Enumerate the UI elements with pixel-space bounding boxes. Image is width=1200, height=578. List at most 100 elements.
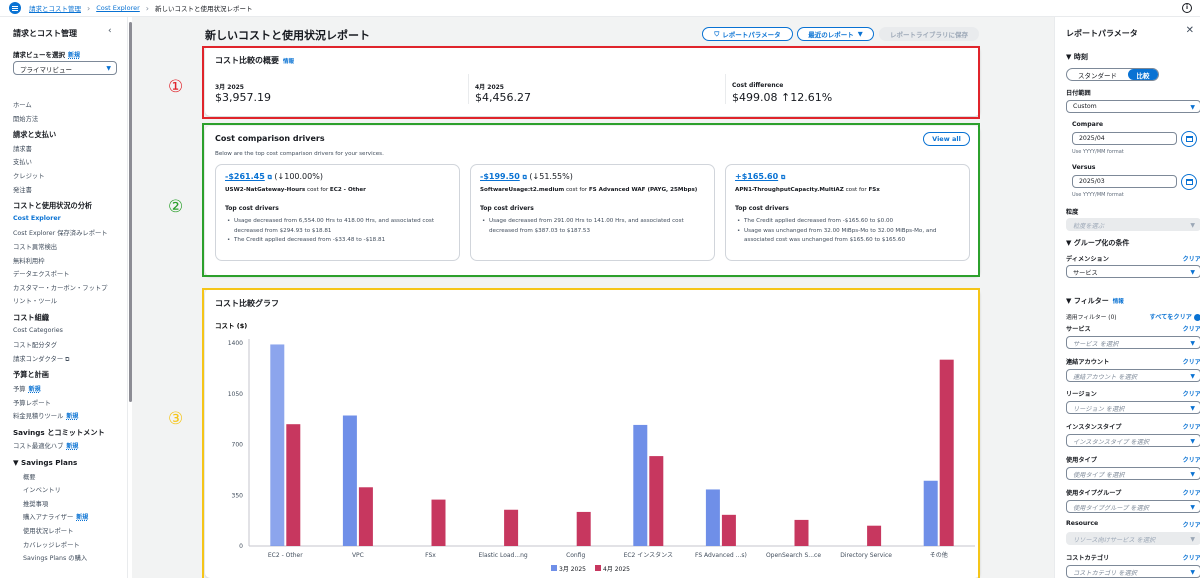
bar-march xyxy=(342,415,357,546)
menu-icon[interactable] xyxy=(9,2,21,14)
report-params-button[interactable]: ⛉ レポートパラメータ xyxy=(702,27,793,41)
cost-comparison-chart-card: コスト比較グラフ コスト ($) 0 350 700 1050 1400 EC2 - Oth… xyxy=(205,289,980,578)
chevron-right-icon: › xyxy=(145,3,149,13)
info-link[interactable]: 情報 xyxy=(1113,299,1124,305)
new-badge[interactable]: 新規 xyxy=(76,514,88,521)
sidebar-item[interactable]: 推奨事項 xyxy=(23,499,48,508)
sidebar-item[interactable]: 請求コンダクター ⧉ xyxy=(13,354,69,364)
info-circle-icon[interactable]: i xyxy=(1182,3,1192,13)
clear-dimension-link[interactable]: クリア xyxy=(1182,254,1200,263)
sidebar-item[interactable]: 料金見積りツール 新規 xyxy=(13,411,78,420)
dimension-select[interactable]: サービス ▼ xyxy=(1066,265,1200,278)
filter-select[interactable]: 使用タイプ を選択 ▼ xyxy=(1066,466,1200,480)
clear-filter-link[interactable]: クリア xyxy=(1182,520,1200,529)
new-badge[interactable]: 新規 xyxy=(29,386,41,393)
breadcrumb-billing[interactable]: 請求とコスト管理 xyxy=(29,3,81,13)
sidebar-item[interactable]: カスタマー・カーボン・フットプ xyxy=(13,283,107,292)
sidebar-item[interactable]: コスト配分タグ xyxy=(13,340,57,349)
clear-filter-link[interactable]: クリア xyxy=(1182,455,1200,464)
driver-bullet: The Credit applied decreased from -$33.4… xyxy=(225,236,450,246)
filter-select[interactable]: インスタンスタイプ を選択 ▼ xyxy=(1066,434,1200,448)
x-tick-label: EC2 インスタンス xyxy=(624,551,673,559)
caret-down-icon: ▼ xyxy=(1190,104,1195,111)
billing-view-select[interactable]: プライマリビュー ▼ xyxy=(13,61,117,75)
versus-input[interactable]: 2025/03 xyxy=(1072,175,1177,188)
sidebar-item[interactable]: コスト異常検出 xyxy=(13,242,57,251)
clear-filter-link[interactable]: クリア xyxy=(1182,357,1200,366)
sidebar-item[interactable]: 無料利用枠 xyxy=(13,256,44,265)
x-tick-label: Config xyxy=(566,552,585,559)
sidebar-item[interactable]: 予算レポート xyxy=(13,398,51,407)
caret-down-icon: ▼ xyxy=(106,65,111,72)
driver-amount[interactable]: -$261.45 ⧉ (↓100.00%) xyxy=(225,172,323,182)
bar-april xyxy=(867,525,882,546)
top-cost-drivers-heading: Top cost drivers xyxy=(480,205,534,212)
calendar-icon[interactable] xyxy=(1181,174,1197,190)
sidebar-item[interactable]: 予算 新規 xyxy=(13,384,41,393)
filter-select[interactable]: コストカテゴリ を選択 ▼ xyxy=(1066,564,1200,578)
view-all-button[interactable]: View all xyxy=(923,132,970,146)
sidebar-item[interactable]: ▼ Savings Plans xyxy=(13,458,77,467)
segment-standard[interactable]: スタンダード xyxy=(1067,69,1128,80)
sidebar-item[interactable]: 発注書 xyxy=(13,185,32,194)
sidebar-item[interactable]: リント・ツール xyxy=(13,296,57,305)
clear-filter-link[interactable]: クリア xyxy=(1182,422,1200,431)
filter-select[interactable]: サービス を選択 ▼ xyxy=(1066,336,1200,349)
sidebar: 請求とコスト管理 ‹ 請求ビューを選択 新規 プライマリビュー ▼ ホーム 開始方法請… xyxy=(0,17,128,578)
bar-march xyxy=(633,424,648,546)
clear-all-link[interactable]: すべてをクリア xyxy=(1149,312,1200,321)
new-badge[interactable]: 新規 xyxy=(66,443,78,450)
sidebar-item[interactable]: 購入アナライザー 新規 xyxy=(23,512,88,521)
sidebar-item[interactable]: 請求書 xyxy=(13,144,32,153)
collapse-sidebar-icon[interactable]: ‹ xyxy=(108,26,112,36)
sidebar-item[interactable]: カバレッジレポート xyxy=(23,540,80,549)
x-tick-label: VPC xyxy=(352,552,364,559)
sidebar-item[interactable]: データエクスポート xyxy=(13,269,69,278)
compare-input[interactable]: 2025/04 xyxy=(1072,132,1177,145)
sidebar-item[interactable]: Cost Categories xyxy=(13,327,63,334)
sidebar-item[interactable]: Cost Explorer 保存済みレポート xyxy=(13,228,108,237)
driver-amount[interactable]: -$199.50 ⧉ (↓51.55%) xyxy=(480,172,573,182)
filter-select[interactable]: リージョン を選択 ▼ xyxy=(1066,401,1200,415)
time-section-header[interactable]: ▼ 時刻 xyxy=(1066,52,1088,62)
clear-filter-link[interactable]: クリア xyxy=(1182,324,1200,333)
sidebar-item[interactable]: クレジット xyxy=(13,171,44,180)
date-range-select[interactable]: Custom ▼ xyxy=(1066,100,1200,113)
caret-down-icon: ▼ xyxy=(1190,438,1195,446)
sidebar-item[interactable]: ホーム xyxy=(13,100,32,109)
filter-select[interactable]: 使用タイプグループ を選択 ▼ xyxy=(1066,499,1200,513)
recent-reports-button[interactable]: 最近のレポート ▼ xyxy=(797,27,874,41)
group-by-section-header[interactable]: ▼ グループ化の条件 xyxy=(1066,238,1129,248)
calendar-icon[interactable] xyxy=(1181,131,1197,147)
bar-april xyxy=(504,509,519,546)
clear-filter-link[interactable]: クリア xyxy=(1182,488,1200,497)
caret-down-icon: ▼ xyxy=(1190,470,1195,478)
segment-compare[interactable]: 比較 xyxy=(1128,69,1158,80)
close-icon[interactable]: ✕ xyxy=(1186,25,1194,36)
breadcrumb-cost-explorer[interactable]: Cost Explorer xyxy=(96,4,140,12)
info-link[interactable]: 情報 xyxy=(283,59,294,65)
clear-filter-link[interactable]: クリア xyxy=(1182,389,1200,398)
sidebar-item[interactable]: 支払い xyxy=(13,157,32,166)
sidebar-item[interactable]: 概要 xyxy=(23,472,36,481)
clear-filter-link[interactable]: クリア xyxy=(1182,553,1200,562)
sidebar-item[interactable]: 開始方法 xyxy=(13,114,38,123)
new-badge[interactable]: 新規 xyxy=(68,52,80,59)
sidebar-item[interactable]: Savings Plans の購入 xyxy=(23,553,87,562)
settings-icon[interactable] xyxy=(1194,313,1200,321)
top-cost-drivers-heading: Top cost drivers xyxy=(735,205,789,212)
filter-section-header[interactable]: ▼ フィルター 情報 xyxy=(1066,296,1124,306)
sidebar-item[interactable]: Cost Explorer xyxy=(13,215,61,222)
filter-label: 使用タイプ クリア xyxy=(1066,455,1200,464)
sidebar-item[interactable]: インベントリ xyxy=(23,485,61,494)
legend-label: 4月 2025 xyxy=(603,566,630,573)
sidebar-item[interactable]: コスト最適化ハブ 新規 xyxy=(13,441,78,450)
driver-amount[interactable]: +$165.60 ⧉ xyxy=(735,172,785,182)
top-breadcrumb-bar: 請求とコスト管理 › Cost Explorer › 新しいコストと使用状況レポ… xyxy=(0,0,1200,17)
granularity-label: 粒度 xyxy=(1066,209,1079,216)
x-tick-label: Directory Service xyxy=(840,552,892,559)
new-badge[interactable]: 新規 xyxy=(66,413,78,420)
bar-april xyxy=(358,487,373,546)
filter-select[interactable]: 連結アカウント を選択 ▼ xyxy=(1066,368,1200,382)
sidebar-item[interactable]: 使用状況レポート xyxy=(23,526,73,535)
